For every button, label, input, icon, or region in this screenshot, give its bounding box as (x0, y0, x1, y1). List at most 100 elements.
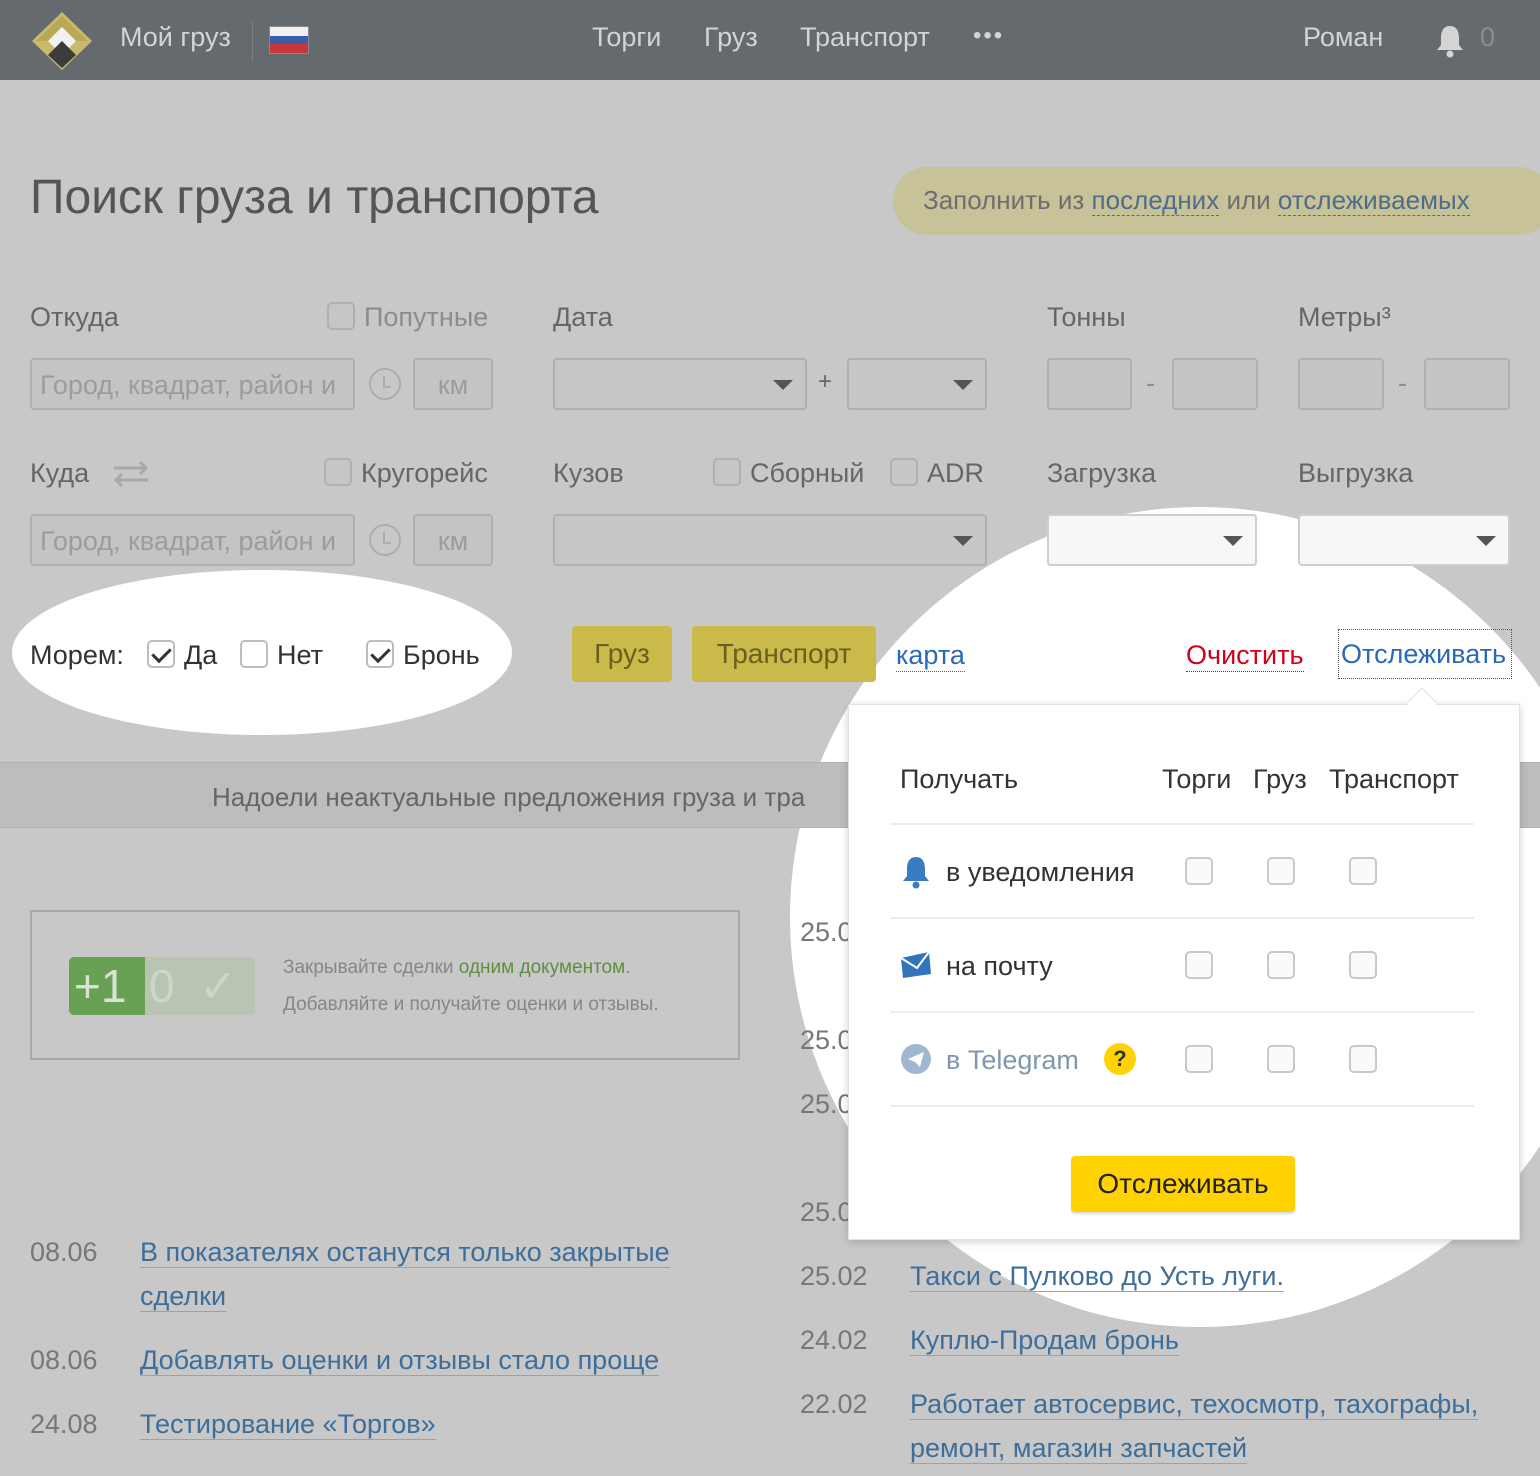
notification-count: 0 (1480, 22, 1496, 52)
news-date: 08.06 (30, 1237, 98, 1267)
notify-transport-checkbox[interactable] (1349, 857, 1377, 885)
news-title[interactable]: Куплю-Продам бронь (910, 1325, 1179, 1356)
sea-yes-label: Да (184, 640, 218, 670)
track-submit-button[interactable]: Отслеживать (1071, 1156, 1295, 1212)
along-checkbox[interactable] (327, 302, 355, 330)
mail-icon (900, 951, 931, 978)
user-name[interactable]: Роман (1303, 22, 1383, 53)
language-flag-icon[interactable] (269, 26, 309, 54)
sea-booking-label: Бронь (403, 640, 480, 670)
bell-icon[interactable] (1434, 24, 1466, 58)
sea-yes-checkbox[interactable] (147, 640, 175, 668)
nav-cargo[interactable]: Груз (704, 22, 758, 53)
more-menu-icon[interactable]: ••• (973, 22, 1004, 50)
adr-checkbox[interactable] (890, 458, 918, 486)
news-title[interactable]: Работает автосервис, техосмотр, тахограф… (910, 1389, 1479, 1420)
volume-min-input[interactable] (1298, 358, 1384, 410)
fill-recent-link[interactable]: последних (1091, 185, 1220, 216)
news-date: 24.08 (30, 1409, 98, 1439)
news-link[interactable]: Добавлять оценки и отзывы стало проще (140, 1338, 660, 1382)
news-title[interactable]: Тестирование «Торгов» (140, 1409, 436, 1440)
combined-checkbox[interactable] (713, 458, 741, 486)
chevron-down-icon (953, 380, 973, 390)
news-date: 24.02 (800, 1325, 868, 1355)
to-label: Куда (30, 458, 90, 488)
unloading-label: Выгрузка (1298, 458, 1414, 488)
email-transport-checkbox[interactable] (1349, 951, 1377, 979)
chevron-down-icon (1476, 536, 1496, 546)
fill-or: или (1226, 185, 1271, 215)
from-label: Откуда (30, 302, 119, 332)
unloading-select[interactable] (1298, 514, 1510, 566)
badge-plus-one: +1 (74, 960, 127, 1012)
news-link[interactable]: Куплю-Продам бронь (910, 1318, 1179, 1362)
banner-text: Надоели неактуальные предложения груза и… (212, 782, 806, 812)
news-date: 25.02 (800, 1261, 868, 1291)
news-title[interactable]: В показателях останутся только закрытые (140, 1237, 670, 1268)
swap-arrows-icon[interactable] (110, 458, 152, 490)
nav-transport[interactable]: Транспорт (800, 22, 930, 53)
sea-booking-checkbox[interactable] (366, 640, 394, 668)
from-city-input[interactable]: Город, квадрат, район и (30, 358, 355, 410)
email-cargo-checkbox[interactable] (1267, 951, 1295, 979)
round-trip-label: Кругорейс (361, 458, 488, 488)
rating-badge: +1 0 ✓ (69, 957, 255, 1015)
news-date: 25.0 (800, 1197, 848, 1227)
map-link[interactable]: карта (896, 640, 965, 672)
loading-select[interactable] (1047, 514, 1257, 566)
news-link[interactable]: Тестирование «Торгов» (140, 1402, 436, 1446)
promo-line-2: Добавляйте и получайте оценки и отзывы. (283, 994, 659, 1015)
sea-no-label: Нет (277, 640, 323, 670)
row-email-label: на почту (946, 951, 1053, 981)
tons-label: Тонны (1047, 302, 1126, 332)
track-link[interactable]: Отслеживать (1338, 629, 1512, 679)
email-auctions-checkbox[interactable] (1185, 951, 1213, 979)
date-select[interactable] (553, 358, 807, 410)
column-cargo: Груз (1253, 764, 1307, 794)
tons-min-input[interactable] (1047, 358, 1132, 410)
search-cargo-button[interactable]: Груз (572, 626, 672, 682)
telegram-transport-checkbox[interactable] (1349, 1045, 1377, 1073)
nav-auctions[interactable]: Торги (592, 22, 661, 53)
divider (890, 823, 1474, 825)
from-km-input[interactable]: км (413, 358, 493, 410)
round-trip-checkbox[interactable] (324, 458, 352, 486)
chevron-down-icon (1223, 536, 1243, 546)
tons-max-input[interactable] (1172, 358, 1258, 410)
telegram-auctions-checkbox[interactable] (1185, 1045, 1213, 1073)
divider (890, 917, 1474, 919)
body-type-label: Кузов (553, 458, 624, 488)
radius-clock-icon (369, 368, 401, 400)
news-title[interactable]: Добавлять оценки и отзывы стало проще (140, 1345, 660, 1376)
news-title[interactable]: Такси с Пулково до Усть луги. (910, 1261, 1284, 1292)
logo-icon[interactable] (30, 10, 94, 72)
volume-max-input[interactable] (1424, 358, 1510, 410)
bell-icon (903, 857, 929, 889)
date-range-select[interactable] (847, 358, 987, 410)
to-km-input[interactable]: км (413, 514, 493, 566)
fill-tracked-link[interactable]: отслеживаемых (1277, 185, 1470, 216)
help-icon[interactable]: ? (1104, 1043, 1136, 1075)
brand-name[interactable]: Мой груз (120, 22, 231, 53)
search-transport-button[interactable]: Транспорт (692, 626, 876, 682)
notify-auctions-checkbox[interactable] (1185, 857, 1213, 885)
body-type-select[interactable] (553, 514, 987, 566)
sea-no-checkbox[interactable] (240, 640, 268, 668)
telegram-cargo-checkbox[interactable] (1267, 1045, 1295, 1073)
promo-document-link[interactable]: одним документом (459, 957, 625, 978)
clear-link[interactable]: Очистить (1186, 640, 1304, 672)
news-link[interactable]: Работает автосервис, техосмотр, тахограф… (910, 1382, 1479, 1470)
combined-label: Сборный (750, 458, 865, 488)
volume-label: Метры³ (1298, 302, 1391, 332)
news-title[interactable]: сделки (140, 1281, 227, 1312)
news-link[interactable]: В показателях останутся только закрытые … (140, 1230, 670, 1318)
promo-line-1: Закрывайте сделки одним документом. (283, 957, 630, 979)
along-label: Попутные (364, 302, 489, 332)
notify-cargo-checkbox[interactable] (1267, 857, 1295, 885)
news-title[interactable]: ремонт, магазин запчастей (910, 1433, 1248, 1464)
to-city-input[interactable]: Город, квадрат, район и (30, 514, 355, 566)
telegram-icon (901, 1044, 931, 1074)
news-link[interactable]: Такси с Пулково до Усть луги. (910, 1254, 1284, 1298)
promo-text: Закрывайте сделки (283, 957, 454, 978)
sea-label: Морем: (30, 640, 124, 670)
